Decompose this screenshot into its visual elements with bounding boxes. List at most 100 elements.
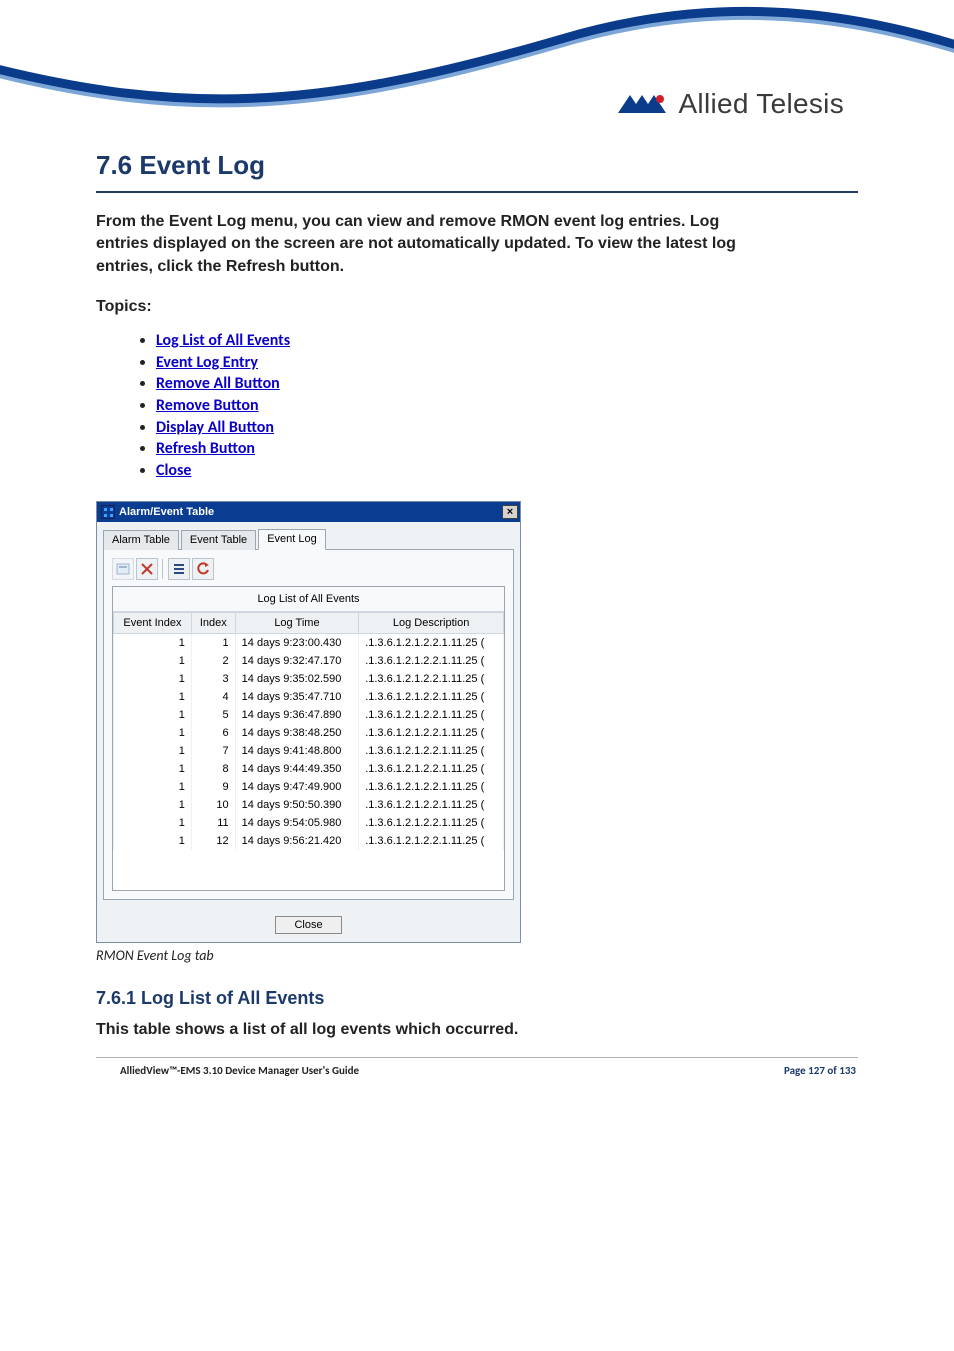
topic-link-close[interactable]: Close: [156, 461, 191, 480]
cell-log-time: 14 days 9:54:05.980: [235, 814, 359, 832]
header-swoosh: Allied Telesis: [0, 0, 954, 130]
cell-log-description: .1.3.6.1.2.1.2.2.1.11.25 (: [359, 652, 504, 670]
topic-link-log-list[interactable]: Log List of All Events: [156, 331, 290, 350]
cell-log-description: .1.3.6.1.2.1.2.2.1.11.25 (: [359, 742, 504, 760]
window-app-icon: [101, 505, 115, 519]
tab-event-table[interactable]: Event Table: [181, 530, 256, 550]
topic-item: Refresh Button: [156, 438, 858, 460]
cell-event-index: 1: [114, 760, 192, 778]
topic-link-refresh[interactable]: Refresh Button: [156, 439, 255, 458]
table-row[interactable]: 11014 days 9:50:50.390.1.3.6.1.2.1.2.2.1…: [114, 796, 504, 814]
table-row[interactable]: 1814 days 9:44:49.350.1.3.6.1.2.1.2.2.1.…: [114, 760, 504, 778]
topic-link-remove-all[interactable]: Remove All Button: [156, 374, 280, 393]
table-title: Log List of All Events: [113, 587, 504, 612]
table-row[interactable]: 1214 days 9:32:47.170.1.3.6.1.2.1.2.2.1.…: [114, 652, 504, 670]
window-close-button[interactable]: ×: [502, 505, 518, 519]
table-row[interactable]: 1114 days 9:23:00.430.1.3.6.1.2.1.2.2.1.…: [114, 634, 504, 653]
col-log-time[interactable]: Log Time: [235, 613, 359, 634]
cell-log-description: .1.3.6.1.2.1.2.2.1.11.25 (: [359, 778, 504, 796]
col-index[interactable]: Index: [191, 613, 235, 634]
cell-log-description: .1.3.6.1.2.1.2.2.1.11.25 (: [359, 796, 504, 814]
topic-item: Remove Button: [156, 395, 858, 417]
toolbar-separator: [162, 559, 164, 579]
cell-index: 10: [191, 796, 235, 814]
cell-index: 8: [191, 760, 235, 778]
cell-event-index: 1: [114, 634, 192, 653]
brand: Allied Telesis: [618, 88, 844, 120]
window-title: Alarm/Event Table: [119, 506, 214, 518]
cell-log-time: 14 days 9:23:00.430: [235, 634, 359, 653]
cell-index: 9: [191, 778, 235, 796]
toolbar: [112, 556, 505, 586]
display-all-button[interactable]: [112, 558, 134, 580]
cell-log-description: .1.3.6.1.2.1.2.2.1.11.25 (: [359, 670, 504, 688]
footer-guide-title: AlliedView™-EMS 3.10 Device Manager User…: [120, 1064, 359, 1077]
tab-panel: Log List of All Events Event Index Index…: [103, 549, 514, 900]
cell-log-time: 14 days 9:50:50.390: [235, 796, 359, 814]
cell-log-time: 14 days 9:47:49.900: [235, 778, 359, 796]
table-row[interactable]: 1514 days 9:36:47.890.1.3.6.1.2.1.2.2.1.…: [114, 706, 504, 724]
cell-event-index: 1: [114, 778, 192, 796]
dialog-window: Alarm/Event Table × Alarm Table Event Ta…: [96, 501, 521, 943]
col-log-description[interactable]: Log Description: [359, 613, 504, 634]
footer-page-number: Page 127 of 133: [784, 1064, 856, 1077]
subsection-title: 7.6.1 Log List of All Events: [96, 988, 858, 1009]
remove-icon: [140, 562, 154, 576]
table-row[interactable]: 1914 days 9:47:49.900.1.3.6.1.2.1.2.2.1.…: [114, 778, 504, 796]
close-icon: ×: [507, 506, 513, 518]
cell-log-time: 14 days 9:56:21.420: [235, 832, 359, 850]
tab-event-log[interactable]: Event Log: [258, 529, 326, 550]
table-row[interactable]: 1314 days 9:35:02.590.1.3.6.1.2.1.2.2.1.…: [114, 670, 504, 688]
tab-label: Event Table: [190, 534, 247, 546]
cell-event-index: 1: [114, 706, 192, 724]
cell-log-time: 14 days 9:35:47.710: [235, 688, 359, 706]
log-table-area: Log List of All Events Event Index Index…: [112, 586, 505, 891]
cell-index: 3: [191, 670, 235, 688]
topic-item: Display All Button: [156, 417, 858, 439]
tab-label: Alarm Table: [112, 534, 170, 546]
cell-log-time: 14 days 9:32:47.170: [235, 652, 359, 670]
table-footer-space: [113, 850, 504, 890]
close-button[interactable]: Close: [275, 916, 341, 934]
refresh-button[interactable]: [192, 558, 214, 580]
topics-label: Topics:: [96, 298, 858, 316]
col-event-index[interactable]: Event Index: [114, 613, 192, 634]
cell-event-index: 1: [114, 670, 192, 688]
table-row[interactable]: 1614 days 9:38:48.250.1.3.6.1.2.1.2.2.1.…: [114, 724, 504, 742]
list-button[interactable]: [168, 558, 190, 580]
cell-event-index: 1: [114, 688, 192, 706]
cell-log-description: .1.3.6.1.2.1.2.2.1.11.25 (: [359, 814, 504, 832]
topics-list: Log List of All Events Event Log Entry R…: [156, 330, 858, 481]
table-row[interactable]: 11114 days 9:54:05.980.1.3.6.1.2.1.2.2.1…: [114, 814, 504, 832]
cell-log-description: .1.3.6.1.2.1.2.2.1.11.25 (: [359, 634, 504, 653]
cell-index: 6: [191, 724, 235, 742]
footer-rule: [96, 1057, 858, 1058]
cell-index: 2: [191, 652, 235, 670]
section-title: 7.6 Event Log: [96, 150, 858, 181]
cell-log-description: .1.3.6.1.2.1.2.2.1.11.25 (: [359, 832, 504, 850]
display-all-icon: [116, 562, 130, 576]
cell-index: 12: [191, 832, 235, 850]
topic-link-event-log-entry[interactable]: Event Log Entry: [156, 353, 258, 372]
section-rule: [96, 191, 858, 193]
table-header-row: Event Index Index Log Time Log Descripti…: [114, 613, 504, 634]
tab-alarm-table[interactable]: Alarm Table: [103, 530, 179, 550]
topic-link-display-all[interactable]: Display All Button: [156, 418, 274, 437]
cell-event-index: 1: [114, 832, 192, 850]
topic-item: Event Log Entry: [156, 352, 858, 374]
cell-log-time: 14 days 9:41:48.800: [235, 742, 359, 760]
dialog-button-row: Close: [97, 906, 520, 942]
brand-logo-icon: [618, 93, 670, 115]
cell-index: 4: [191, 688, 235, 706]
refresh-icon: [196, 562, 210, 576]
remove-button[interactable]: [136, 558, 158, 580]
tab-strip: Alarm Table Event Table Event Log: [97, 522, 520, 549]
cell-index: 5: [191, 706, 235, 724]
table-row[interactable]: 1714 days 9:41:48.800.1.3.6.1.2.1.2.2.1.…: [114, 742, 504, 760]
cell-log-description: .1.3.6.1.2.1.2.2.1.11.25 (: [359, 688, 504, 706]
table-row[interactable]: 11214 days 9:56:21.420.1.3.6.1.2.1.2.2.1…: [114, 832, 504, 850]
cell-log-description: .1.3.6.1.2.1.2.2.1.11.25 (: [359, 724, 504, 742]
topic-link-remove[interactable]: Remove Button: [156, 396, 259, 415]
list-icon: [172, 562, 186, 576]
table-row[interactable]: 1414 days 9:35:47.710.1.3.6.1.2.1.2.2.1.…: [114, 688, 504, 706]
